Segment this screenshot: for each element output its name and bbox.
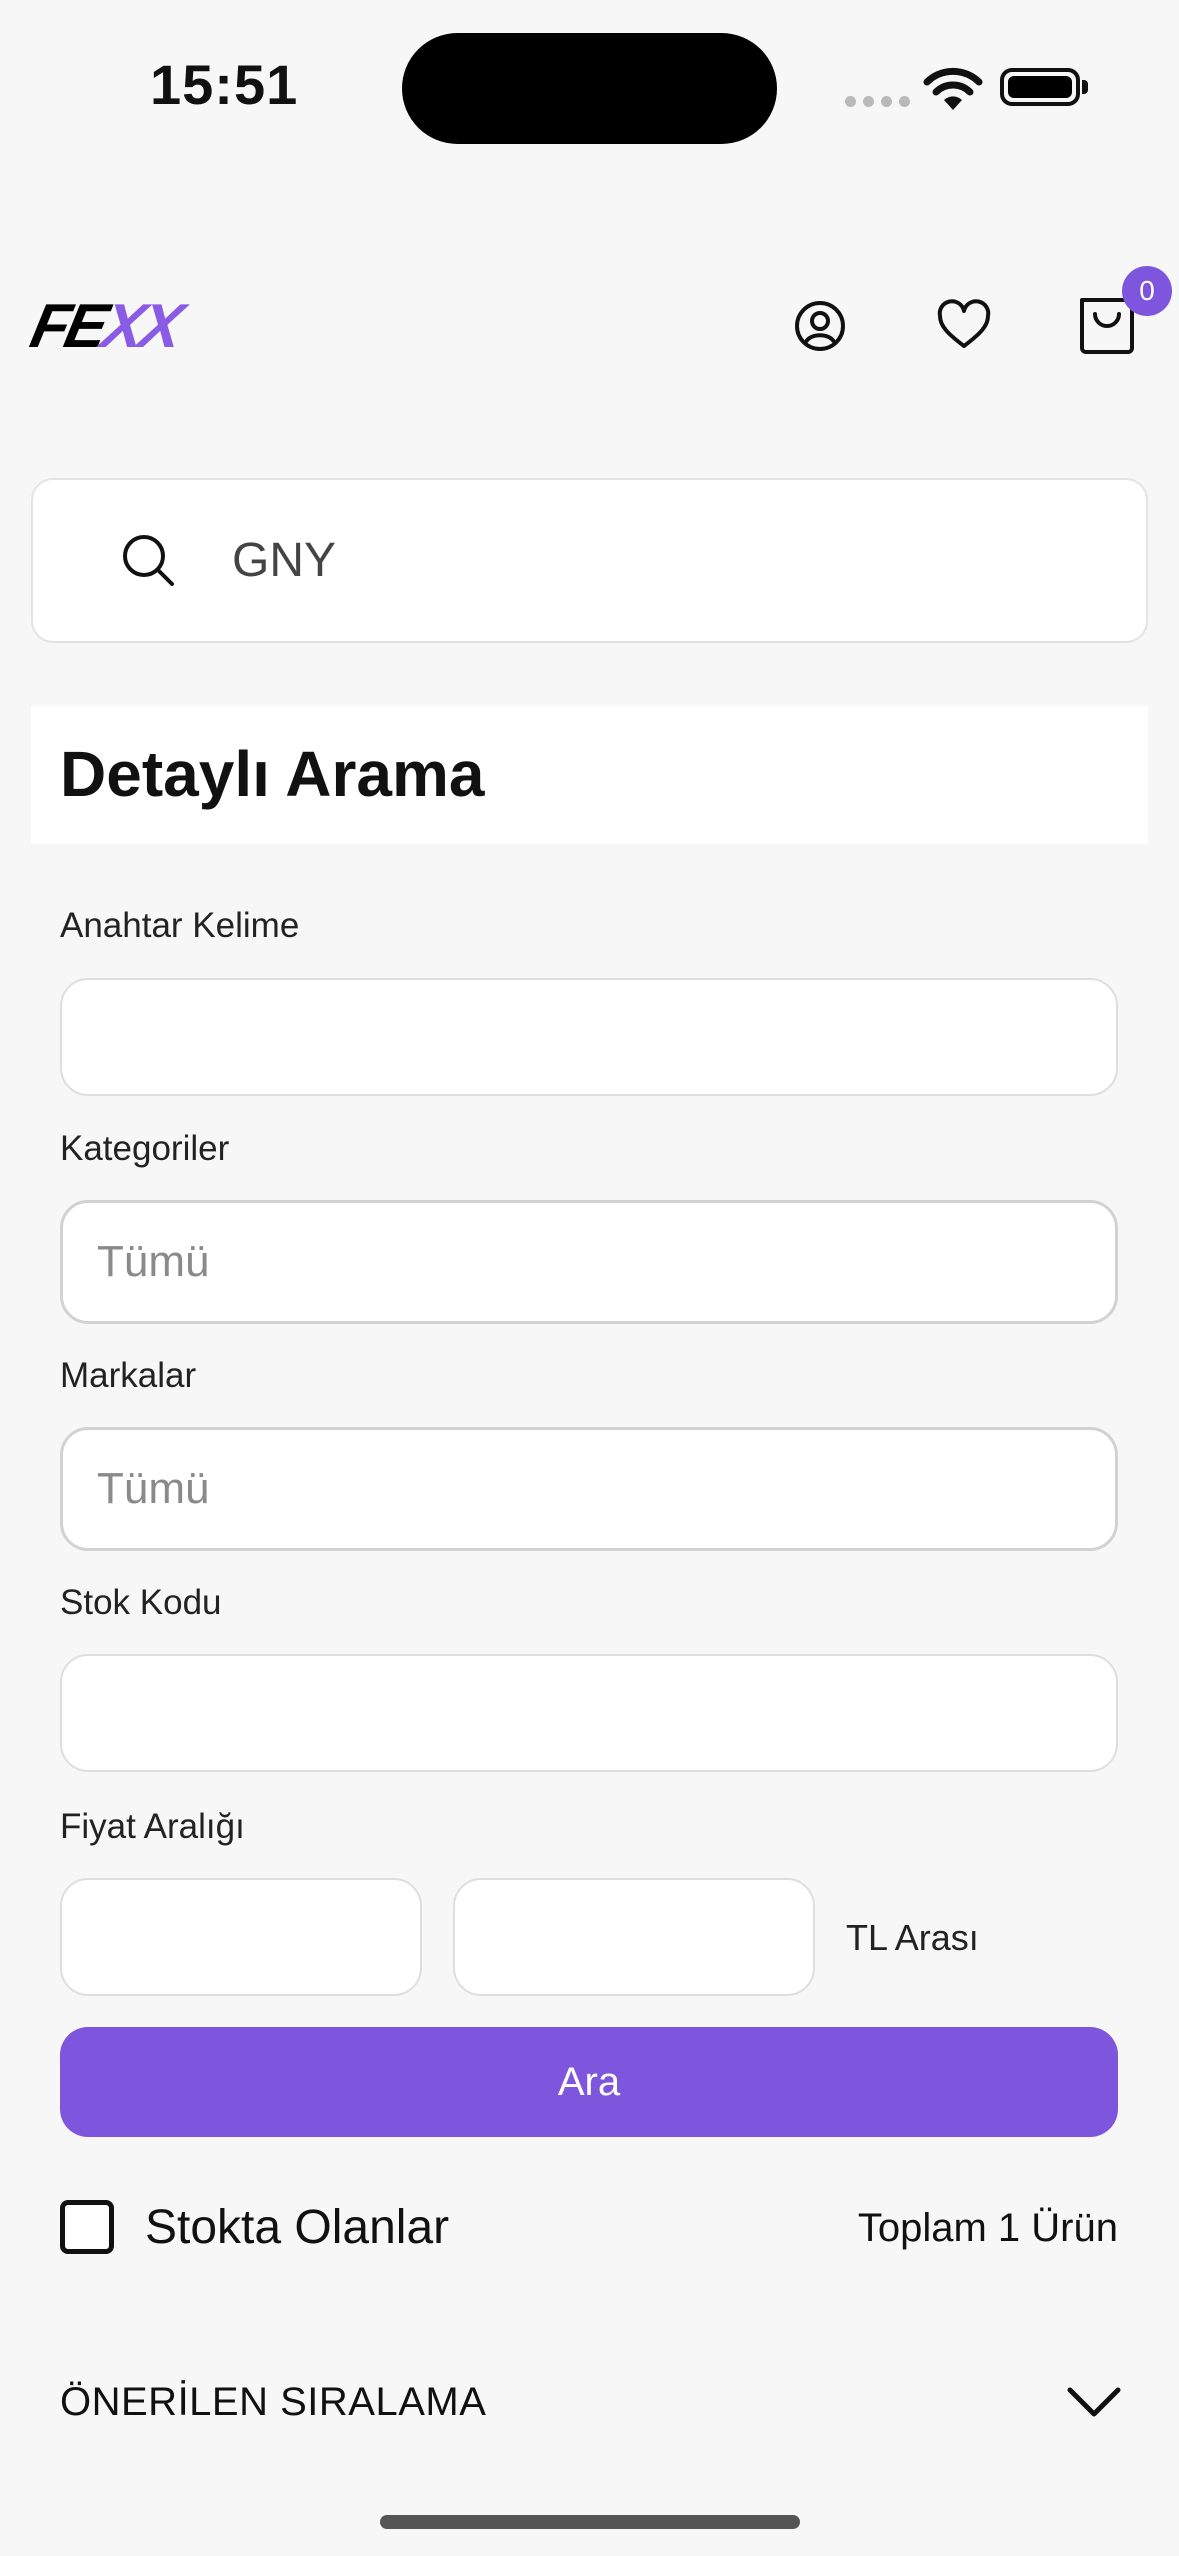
total-products-count: Toplam 1 Ürün [857, 2206, 1118, 2250]
page-title: Detaylı Arama [60, 738, 485, 810]
user-account-icon[interactable] [790, 296, 850, 356]
keyword-label: Anahtar Kelime [60, 906, 300, 945]
price-range-suffix: TL Arası [846, 1917, 979, 1958]
in-stock-label[interactable]: Stokta Olanlar [145, 2200, 449, 2256]
favorites-heart-icon[interactable] [934, 296, 994, 356]
search-icon [123, 535, 174, 586]
stock-code-label: Stok Kodu [60, 1583, 222, 1622]
chevron-down-icon[interactable] [1064, 2382, 1124, 2422]
logo-accent-text: XX [96, 292, 186, 361]
categories-select[interactable]: Tümü [60, 1200, 1118, 1324]
cart-count-badge: 0 [1122, 266, 1172, 316]
battery-icon [1000, 68, 1080, 106]
keyword-input[interactable] [60, 978, 1118, 1096]
wifi-icon [923, 67, 983, 110]
categories-value: Tümü [97, 1237, 210, 1286]
brands-label: Markalar [60, 1356, 197, 1395]
status-time: 15:51 [150, 53, 299, 116]
price-max-input[interactable] [453, 1878, 815, 1996]
categories-label: Kategoriler [60, 1129, 230, 1168]
search-query-text: GNY [232, 534, 337, 587]
brands-select[interactable]: Tümü [60, 1427, 1118, 1551]
dynamic-island [402, 33, 777, 144]
brands-value: Tümü [97, 1464, 210, 1513]
search-submit-button[interactable]: Ara [60, 2027, 1118, 2137]
price-min-input[interactable] [60, 1878, 422, 1996]
brand-logo[interactable]: FEXX [25, 292, 186, 361]
in-stock-checkbox[interactable] [60, 2200, 114, 2254]
battery-cap [1082, 80, 1088, 94]
home-indicator[interactable] [380, 2515, 800, 2529]
stock-code-input[interactable] [60, 1654, 1118, 1772]
search-input[interactable] [31, 478, 1148, 643]
cellular-signal-icon [845, 96, 910, 107]
price-range-label: Fiyat Aralığı [60, 1807, 245, 1846]
sort-dropdown-label[interactable]: ÖNERİLEN SIRALAMA [60, 2378, 486, 2426]
